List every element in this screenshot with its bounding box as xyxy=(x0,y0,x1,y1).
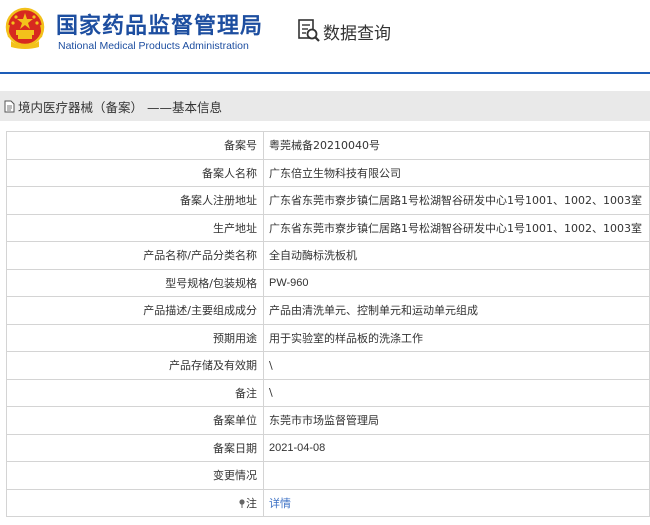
field-value: 广东省东莞市寮步镇仁居路1号松湖智谷研发中心1号1001、1002、1003室 xyxy=(263,186,650,215)
table-row: 备注 \ xyxy=(6,378,650,407)
table-row: 生产地址 广东省东莞市寮步镇仁居路1号松湖智谷研发中心1号1001、1002、1… xyxy=(6,213,650,242)
field-value: 东莞市市场监督管理局 xyxy=(263,406,650,435)
field-value: 广东省东莞市寮步镇仁居路1号松湖智谷研发中心1号1001、1002、1003室 xyxy=(263,213,650,242)
details-link[interactable]: 详情 xyxy=(269,497,291,510)
field-label: 型号规格/包装规格 xyxy=(6,268,264,297)
device-info-table: 备案号 粤莞械备20210040号 备案人名称 广东倍立生物科技有限公司 备案人… xyxy=(6,131,650,517)
table-row: 备案人注册地址 广东省东莞市寮步镇仁居路1号松湖智谷研发中心1号1001、100… xyxy=(6,186,650,215)
field-value: 全自动酶标洗板机 xyxy=(263,241,650,270)
field-label: 产品存储及有效期 xyxy=(6,351,264,380)
header-divider xyxy=(0,72,650,74)
field-label: 备案号 xyxy=(6,131,264,160)
field-value: 详情 xyxy=(263,488,650,517)
field-value: \ xyxy=(263,351,650,380)
table-row: 备案单位 东莞市市场监督管理局 xyxy=(6,406,650,435)
pin-icon xyxy=(239,499,245,508)
data-query-label: 数据查询 xyxy=(323,23,391,44)
field-label: 注 xyxy=(246,496,257,510)
field-label: 备案单位 xyxy=(6,406,264,435)
table-row: 型号规格/包装规格 PW-960 xyxy=(6,268,650,297)
table-row: 产品名称/产品分类名称 全自动酶标洗板机 xyxy=(6,241,650,270)
table-row: 备案日期 2021-04-08 xyxy=(6,433,650,462)
table-row: 变更情况 xyxy=(6,461,650,490)
national-emblem-icon xyxy=(5,7,45,49)
field-label: 备案人注册地址 xyxy=(6,186,264,215)
note-label-cell: 注 xyxy=(6,488,264,517)
field-label: 产品描述/主要组成成分 xyxy=(6,296,264,325)
field-label: 预期用途 xyxy=(6,323,264,352)
table-row: 注 详情 xyxy=(6,488,650,517)
field-label: 备注 xyxy=(6,378,264,407)
document-search-icon xyxy=(298,19,320,42)
field-label: 备案人名称 xyxy=(6,158,264,187)
field-label: 产品名称/产品分类名称 xyxy=(6,241,264,270)
field-value: \ xyxy=(263,378,650,407)
field-value: 广东倍立生物科技有限公司 xyxy=(263,158,650,187)
table-row: 产品存储及有效期 \ xyxy=(6,351,650,380)
table-row: 备案人名称 广东倍立生物科技有限公司 xyxy=(6,158,650,187)
field-value: 用于实验室的样品板的洗涤工作 xyxy=(263,323,650,352)
breadcrumb: 境内医疗器械（备案） ——基本信息 xyxy=(18,99,222,115)
site-header: 国家药品监督管理局 National Medical Products Admi… xyxy=(0,0,650,74)
field-value: 2021-04-08 xyxy=(263,433,650,462)
field-value: PW-960 xyxy=(263,268,650,297)
table-row: 预期用途 用于实验室的样品板的洗涤工作 xyxy=(6,323,650,352)
field-value: 粤莞械备20210040号 xyxy=(263,131,650,160)
field-value xyxy=(263,461,650,490)
field-label: 生产地址 xyxy=(6,213,264,242)
table-row: 备案号 粤莞械备20210040号 xyxy=(6,131,650,160)
field-label: 备案日期 xyxy=(6,433,264,462)
table-row: 产品描述/主要组成成分 产品由清洗单元、控制单元和运动单元组成 xyxy=(6,296,650,325)
field-value: 产品由清洗单元、控制单元和运动单元组成 xyxy=(263,296,650,325)
field-label: 变更情况 xyxy=(6,461,264,490)
breadcrumb-bar: 境内医疗器械（备案） ——基本信息 xyxy=(0,91,650,121)
site-subtitle: National Medical Products Administration xyxy=(58,40,249,52)
data-query-link[interactable]: 数据查询 xyxy=(297,18,391,44)
site-title: 国家药品监督管理局 xyxy=(56,14,264,39)
document-icon xyxy=(4,100,15,112)
